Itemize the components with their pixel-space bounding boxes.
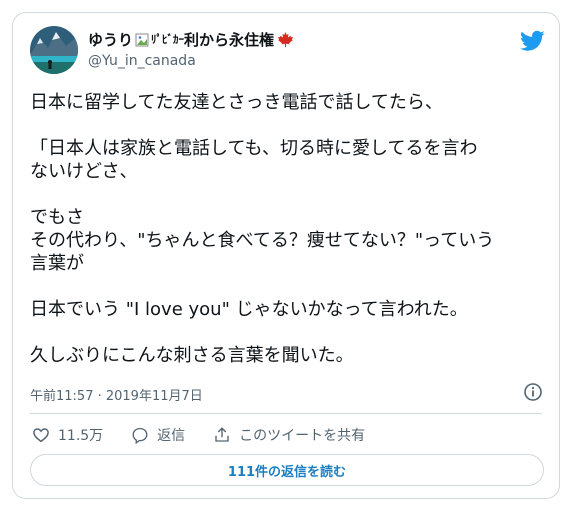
reply-icon: [132, 427, 148, 444]
tweet-line: ないけどさ、: [30, 161, 138, 182]
reply-button[interactable]: 返信: [131, 425, 185, 445]
tweet-timestamp[interactable]: 午前11:57 · 2019年11月7日: [30, 385, 203, 404]
share-button[interactable]: このツイートを共有: [213, 425, 365, 445]
avatar[interactable]: [30, 26, 78, 74]
tweet-line-gap: [30, 321, 550, 344]
share-icon: [215, 427, 229, 442]
author-name-part2: 利から永住権: [184, 30, 275, 49]
info-icon[interactable]: [523, 382, 543, 402]
tweet-line: その代わり、"ちゃんと食べてる？痩せてない？"っていう: [30, 230, 495, 251]
tweet-text: 日本に留学してた友達とさっき電話で話してたら、 「日本人は家族と電話しても、切る…: [30, 91, 550, 367]
reply-label: 返信: [157, 428, 186, 444]
tweet-line: 言葉が: [30, 253, 84, 274]
like-button[interactable]: 11.5万: [32, 425, 103, 445]
tweet-actions: 11.5万 返信 このツイートを共有: [32, 424, 393, 446]
tweet-line: 「日本人は家族と電話しても、切る時に愛してるを言わ: [30, 138, 478, 159]
tweet-line: 日本に留学してた友達とさっき電話で話してたら、: [30, 92, 443, 113]
broken-image-icon: [135, 32, 149, 47]
divider: [30, 413, 542, 414]
tweet-line: 日本でいう "I love you" じゃないかなって言われた。: [30, 299, 468, 320]
author-handle[interactable]: @Yu_in_canada: [88, 53, 196, 69]
author-name-part1: ゆうり: [88, 30, 134, 49]
tweet-line: でもさ: [30, 207, 84, 228]
tweet-line-gap: [30, 114, 550, 137]
share-label: このツイートを共有: [239, 428, 366, 444]
author-name-broken-alt: ﾘﾟﾋﾞｶｰ: [151, 33, 185, 46]
maple-leaf-icon: [277, 31, 294, 48]
heart-icon: [33, 428, 49, 443]
author-name[interactable]: ゆうり ﾘﾟﾋﾞｶｰ 利から永住権: [88, 29, 294, 49]
read-replies-button[interactable]: 111件の返信を読む: [30, 454, 544, 486]
tweet-line-gap: [30, 275, 550, 298]
twitter-bird-icon[interactable]: [520, 30, 545, 52]
tweet-card: ゆうり ﾘﾟﾋﾞｶｰ 利から永住権 @Yu_in_canada 日本に留学してた…: [12, 12, 560, 499]
tweet-line-gap: [30, 183, 550, 206]
tweet-line: 久しぶりにこんな刺さる言葉を聞いた。: [30, 345, 354, 366]
like-count: 11.5万: [58, 428, 104, 444]
